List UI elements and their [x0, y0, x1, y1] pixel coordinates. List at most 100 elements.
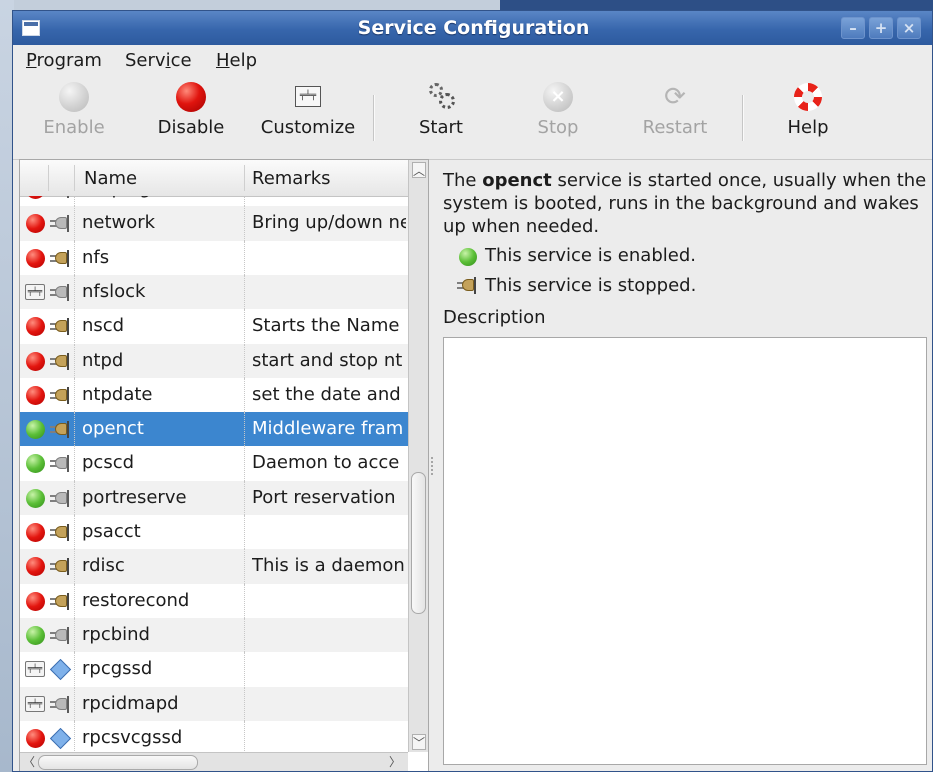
column-divider [244, 165, 245, 191]
description-label: Description [443, 307, 546, 328]
service-name-cell: rdisc [82, 555, 125, 577]
service-row[interactable]: ntpd start and stop nt [20, 343, 408, 378]
customize-icon: ╤╧╤ [292, 81, 324, 113]
disabled-red-icon [26, 351, 45, 371]
service-row[interactable]: restorecond [20, 583, 408, 618]
restart-label: Restart [642, 117, 708, 138]
service-row[interactable]: network Bring up/down ne [20, 206, 408, 241]
menu-program[interactable]: Program [26, 50, 102, 71]
disabled-red-icon [26, 248, 45, 268]
pane-splitter[interactable] [429, 159, 437, 771]
toolbar: Enable Disable ╤╧╤ Customize Start × Sto… [13, 75, 932, 160]
enable-label: Enable [43, 117, 105, 138]
customize-button[interactable]: ╤╧╤ Customize [253, 81, 363, 138]
disabled-red-icon [26, 385, 45, 405]
service-remarks-cell: Bring up/down ne [252, 212, 406, 234]
column-remarks-header[interactable]: Remarks [252, 168, 331, 189]
service-name-cell: nscd [82, 315, 125, 337]
service-name-cell: portreserve [82, 486, 187, 508]
description-box[interactable] [443, 337, 927, 765]
scroll-left-arrow[interactable]: 〈 [22, 755, 36, 770]
start-gears-icon [425, 81, 457, 113]
running-plug-icon [50, 524, 70, 541]
disabled-red-icon [26, 523, 45, 542]
stop-button[interactable]: × Stop [523, 81, 593, 138]
running-plug-icon [50, 558, 70, 576]
menu-service[interactable]: Service [125, 50, 192, 71]
stopped-plug-icon [50, 455, 70, 473]
restart-button[interactable]: ⟳ Restart [635, 81, 715, 138]
service-row[interactable]: psacct [20, 515, 408, 550]
start-label: Start [419, 117, 463, 138]
service-row[interactable]: nscd Starts the Name [20, 309, 408, 344]
scroll-down-arrow[interactable]: ﹀ [412, 734, 426, 750]
lifebuoy-icon [792, 81, 824, 113]
horizontal-scrollbar[interactable]: 〈 〉 [20, 752, 408, 771]
service-name-cell: openct [82, 418, 144, 440]
title-bar[interactable]: Service Configuration – + × [13, 11, 932, 45]
customized-icon: ╤╧╤ [25, 283, 45, 300]
service-row[interactable]: rdisc This is a daemon [20, 549, 408, 584]
service-row[interactable]: ntpdate set the date and [20, 377, 408, 413]
service-row[interactable]: portreserve Port reservation [20, 480, 408, 515]
start-button[interactable]: Start [406, 81, 476, 138]
service-row[interactable]: rpcsvcgssd [20, 720, 408, 752]
disable-button[interactable]: Disable [151, 81, 231, 138]
running-plug-icon [50, 592, 70, 610]
splitter-grip[interactable] [431, 457, 437, 475]
stopped-plug-icon [50, 626, 70, 644]
help-button[interactable]: Help [773, 81, 843, 138]
vertical-scrollbar[interactable]: ︿ ﹀ [408, 160, 428, 752]
stopped-plug-icon [50, 215, 70, 233]
help-label: Help [787, 117, 829, 138]
scroll-up-arrow[interactable]: ︿ [412, 162, 426, 178]
vertical-scroll-thumb[interactable] [411, 472, 426, 614]
disabled-red-icon [26, 214, 45, 234]
service-row[interactable]: ╤╧╤ rpcgssd [20, 652, 408, 687]
service-name-cell: nfs [82, 246, 110, 268]
service-name-cell: ntpd [82, 349, 124, 371]
menu-help[interactable]: Help [216, 50, 257, 71]
service-row[interactable]: ╤╧╤ nfslock [20, 274, 408, 310]
service-row[interactable]: nfs [20, 240, 408, 275]
minimize-button[interactable]: – [841, 17, 865, 39]
service-name-cell: netplugd [82, 196, 162, 199]
service-row[interactable]: pcscd Daemon to acce [20, 446, 408, 481]
column-divider [74, 165, 75, 191]
service-rows: netplugd network Bring up/down ne nfs ╤╧╤ nfs… [20, 196, 408, 752]
service-name-cell: pcscd [82, 452, 135, 474]
toolbar-separator-2 [742, 95, 744, 141]
close-button[interactable]: × [897, 17, 921, 39]
enabled-green-icon [26, 625, 45, 645]
service-remarks-cell: Daemon to acce [252, 452, 400, 474]
maximize-button[interactable]: + [869, 17, 893, 39]
service-name-cell: restorecond [82, 589, 190, 611]
enabled-green-icon [26, 420, 45, 440]
service-name-cell: psacct [82, 521, 141, 542]
summary-prefix: The [443, 170, 483, 191]
stop-label: Stop [537, 117, 579, 138]
enable-button[interactable]: Enable [39, 81, 109, 138]
service-row[interactable]: netplugd [20, 196, 408, 207]
running-plug-icon [50, 352, 70, 370]
service-remarks-cell: Port reservation [252, 486, 396, 508]
running-plug-icon [50, 421, 70, 439]
service-remarks-cell: set the date and [252, 383, 401, 405]
service-row[interactable]: ╤╧╤ rpcidmapd [20, 686, 408, 721]
service-name-cell: ntpdate [82, 383, 153, 405]
disabled-red-icon [26, 728, 45, 748]
service-configuration-window: Service Configuration – + × Program Serv… [12, 10, 933, 772]
column-name-header[interactable]: Name [84, 168, 137, 189]
column-header: Name Remarks [20, 160, 408, 197]
service-row[interactable]: openct Middleware fram [20, 412, 408, 447]
stopped-plug-icon [50, 489, 70, 507]
enable-icon [59, 82, 89, 112]
service-name-cell: network [82, 212, 156, 234]
running-plug-icon [50, 249, 70, 267]
horizontal-scroll-thumb[interactable] [38, 755, 198, 770]
menu-bar: Program Service Help [13, 45, 932, 76]
scroll-right-arrow[interactable]: 〉 [388, 755, 402, 770]
enabled-green-icon [26, 454, 45, 474]
service-row[interactable]: rpcbind [20, 617, 408, 653]
customized-icon: ╤╧╤ [25, 661, 45, 678]
